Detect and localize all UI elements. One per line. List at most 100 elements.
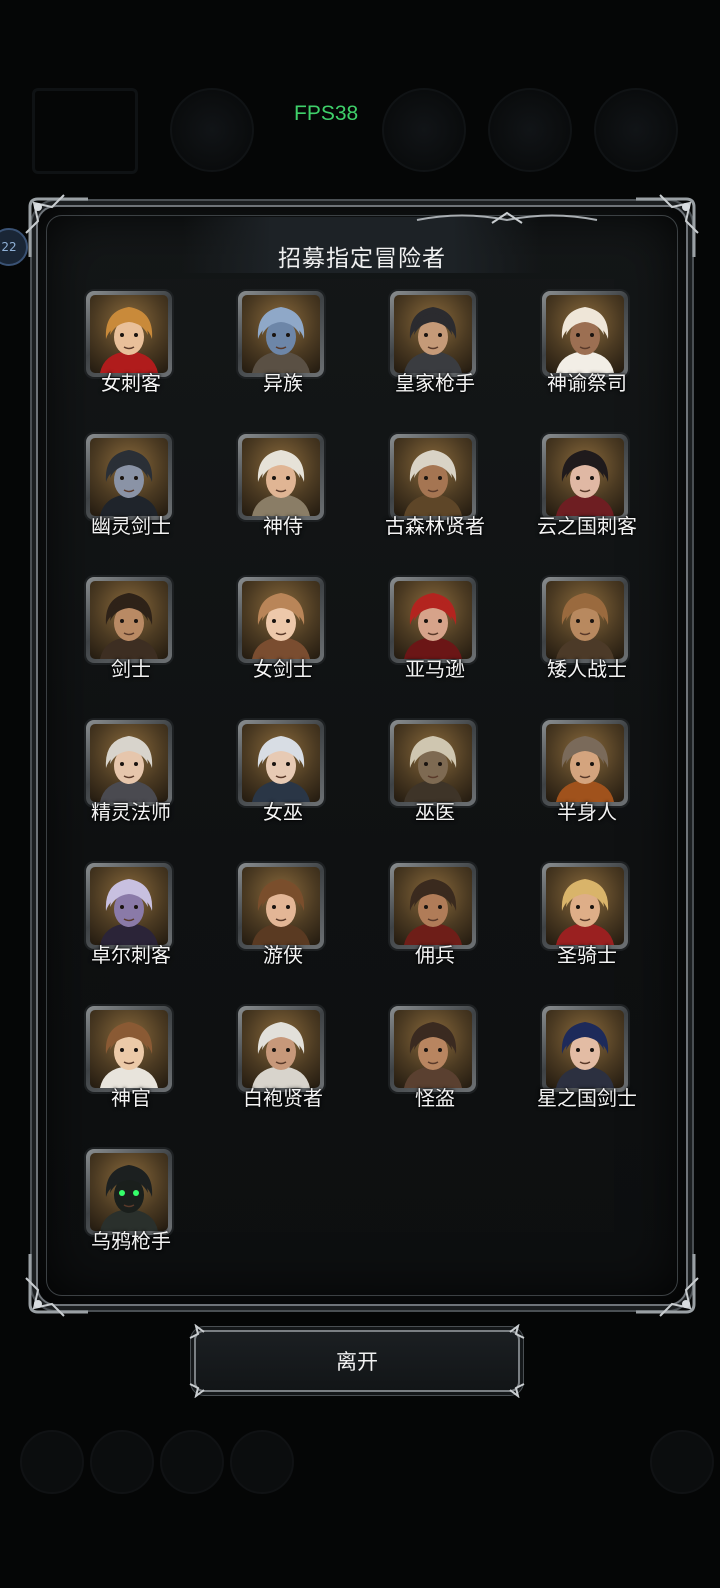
adventurer-card[interactable]: 古森林贤者	[360, 434, 510, 554]
portrait-frame	[390, 434, 476, 520]
adventurer-portrait-icon	[394, 724, 472, 802]
corner-ornament-icon	[630, 1248, 700, 1318]
adventurer-card[interactable]: 精灵法师	[56, 720, 206, 840]
adventurer-name: 剑士	[111, 657, 151, 681]
adventurer-portrait-icon	[394, 438, 472, 516]
background-slot	[32, 88, 138, 174]
button-ornament-icon	[509, 1324, 525, 1339]
adventurer-name: 怪盗	[415, 1086, 455, 1110]
background-slot	[230, 1430, 294, 1494]
adventurer-portrait-icon	[242, 1010, 320, 1088]
adventurer-card[interactable]: 女巫	[208, 720, 358, 840]
adventurer-portrait-icon	[90, 581, 168, 659]
portrait-frame	[390, 1006, 476, 1092]
portrait-frame	[238, 1006, 324, 1092]
adventurer-card[interactable]: 怪盗	[360, 1006, 510, 1126]
adventurer-card[interactable]: 亚马逊	[360, 577, 510, 697]
portrait-frame	[390, 291, 476, 377]
adventurer-card[interactable]: 神侍	[208, 434, 358, 554]
background-top-hud	[0, 70, 720, 180]
adventurer-card[interactable]: 半身人	[512, 720, 662, 840]
portrait-frame	[86, 720, 172, 806]
adventurer-card[interactable]: 异族	[208, 291, 358, 411]
adventurer-name: 乌鸦枪手	[91, 1229, 171, 1253]
adventurer-card[interactable]: 女刺客	[56, 291, 206, 411]
button-ornament-icon	[509, 1383, 525, 1398]
portrait-frame	[238, 577, 324, 663]
background-slot	[594, 88, 678, 172]
adventurer-name: 卓尔刺客	[91, 943, 171, 967]
portrait-frame	[86, 1006, 172, 1092]
adventurer-card[interactable]: 游侠	[208, 863, 358, 983]
adventurer-name: 巫医	[415, 800, 455, 824]
portrait-frame	[86, 291, 172, 377]
adventurer-card[interactable]: 幽灵剑士	[56, 434, 206, 554]
leave-button[interactable]: 离开	[189, 1324, 525, 1398]
adventurer-card[interactable]: 巫医	[360, 720, 510, 840]
adventurer-name: 云之国刺客	[537, 514, 637, 538]
recruit-dialog: 招募指定冒险者 女刺客 异族 皇家枪手 神谕祭司 幽灵剑士 神侍 古森林贤者 云之国刺客 剑士女…	[25, 194, 699, 1317]
adventurer-card[interactable]: 剑士	[56, 577, 206, 697]
portrait-frame	[542, 863, 628, 949]
portrait-frame	[238, 434, 324, 520]
portrait-frame	[390, 720, 476, 806]
adventurer-name: 佣兵	[415, 943, 455, 967]
background-slot	[90, 1430, 154, 1494]
adventurer-portrait-icon	[546, 295, 624, 373]
adventurer-name: 皇家枪手	[395, 371, 475, 395]
adventurer-card[interactable]: 星之国剑士	[512, 1006, 662, 1126]
adventurer-card[interactable]: 佣兵	[360, 863, 510, 983]
portrait-frame	[542, 720, 628, 806]
adventurer-name: 星之国剑士	[537, 1086, 637, 1110]
background-bottom-hud	[0, 1400, 720, 1588]
adventurer-name: 神侍	[263, 514, 303, 538]
portrait-frame	[238, 863, 324, 949]
adventurer-portrait-icon	[90, 1153, 168, 1231]
adventurer-card[interactable]: 神谕祭司	[512, 291, 662, 411]
adventurer-name: 白袍贤者	[243, 1086, 323, 1110]
corner-ornament-icon	[630, 193, 700, 263]
adventurer-card[interactable]: 卓尔刺客	[56, 863, 206, 983]
portrait-frame	[86, 1149, 172, 1235]
adventurer-card[interactable]: 云之国刺客	[512, 434, 662, 554]
adventurer-name: 古森林贤者	[385, 514, 485, 538]
adventurer-portrait-icon	[546, 581, 624, 659]
portrait-frame	[542, 1006, 628, 1092]
corner-ornament-icon	[24, 193, 94, 263]
portrait-frame	[238, 720, 324, 806]
portrait-frame	[86, 577, 172, 663]
adventurer-card[interactable]: 皇家枪手	[360, 291, 510, 411]
leave-button-label: 离开	[336, 1350, 378, 1374]
adventurer-card[interactable]: 乌鸦枪手	[56, 1149, 206, 1269]
adventurer-card[interactable]: 神官	[56, 1006, 206, 1126]
adventurer-portrait-icon	[242, 438, 320, 516]
adventurer-name: 神谕祭司	[547, 371, 627, 395]
adventurer-name: 矮人战士	[547, 657, 627, 681]
adventurer-portrait-icon	[90, 724, 168, 802]
adventurer-name: 游侠	[263, 943, 303, 967]
adventurer-name: 异族	[263, 371, 303, 395]
adventurer-name: 神官	[111, 1086, 151, 1110]
button-ornament-icon	[189, 1324, 205, 1339]
adventurer-portrait-icon	[242, 581, 320, 659]
button-ornament-icon	[189, 1383, 205, 1398]
adventurer-portrait-icon	[242, 295, 320, 373]
adventurer-portrait-icon	[90, 1010, 168, 1088]
adventurer-portrait-icon	[90, 438, 168, 516]
adventurer-portrait-icon	[242, 724, 320, 802]
background-slot	[488, 88, 572, 172]
background-slot	[382, 88, 466, 172]
adventurer-portrait-icon	[394, 295, 472, 373]
adventurer-name: 半身人	[557, 800, 617, 824]
adventurer-card[interactable]: 圣骑士	[512, 863, 662, 983]
adventurer-card[interactable]: 矮人战士	[512, 577, 662, 697]
adventurer-card[interactable]: 女剑士	[208, 577, 358, 697]
adventurer-portrait-icon	[90, 867, 168, 945]
adventurer-name: 幽灵剑士	[91, 514, 171, 538]
background-slot	[650, 1430, 714, 1494]
adventurer-name: 女刺客	[101, 371, 161, 395]
adventurer-card[interactable]: 白袍贤者	[208, 1006, 358, 1126]
dialog-title: 招募指定冒险者	[278, 246, 446, 272]
adventurer-portrait-icon	[546, 1010, 624, 1088]
adventurer-portrait-icon	[90, 295, 168, 373]
